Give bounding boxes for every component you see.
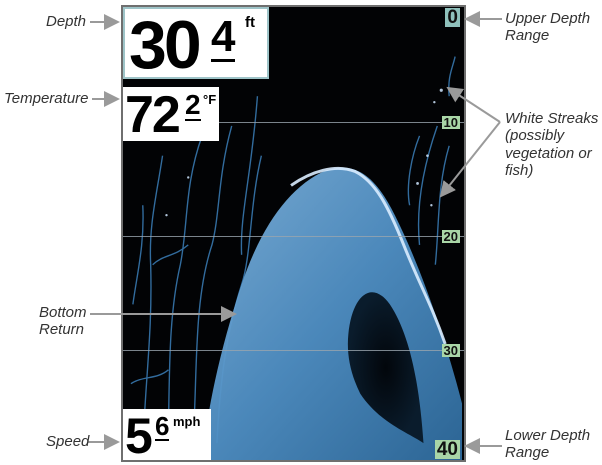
- depth-scale-20: 20: [441, 229, 460, 244]
- speed-callout-label: Speed: [46, 433, 90, 450]
- depth-scale-lower-range: 40: [434, 439, 460, 460]
- streaks-callout-label: White Streaks (possibly vegetation or fi…: [505, 110, 598, 179]
- speed-unit: mph: [173, 414, 201, 429]
- depth-scale-10: 10: [441, 115, 460, 130]
- depth-gridline-20: [123, 236, 464, 237]
- speed-value: 5: [125, 408, 153, 462]
- streaks-label-line3: vegetation or: [505, 144, 592, 162]
- upper-range-callout-label: Upper Depth Range: [505, 10, 590, 45]
- bottom-return-shape: [202, 167, 463, 460]
- lower-range-label-line2: Range: [505, 444, 550, 462]
- streaks-label-line4: fish): [505, 161, 534, 179]
- bottom-return-callout-label: Bottom Return: [39, 304, 87, 339]
- lower-range-label-line1: Lower Depth: [505, 427, 591, 444]
- streaks-label-line2: (possibly: [505, 127, 565, 145]
- streaks-label-line1: White Streaks: [505, 110, 599, 127]
- upper-range-label-line2: Range: [505, 27, 550, 45]
- depth-callout-label: Depth: [46, 13, 87, 30]
- temperature-unit: °F: [203, 92, 217, 107]
- speed-readout: 5 6 mph: [123, 408, 211, 462]
- bottom-return-label-line1: Bottom: [39, 304, 87, 321]
- depth-scale-30: 30: [441, 343, 460, 358]
- lower-range-callout-label: Lower Depth Range: [505, 427, 590, 462]
- temperature-value: 72: [125, 86, 181, 144]
- temperature-callout-label: Temperature: [4, 90, 89, 107]
- depth-tenths: 4: [211, 12, 236, 62]
- temperature-tenths: 2: [185, 89, 201, 121]
- depth-gridline-30: [123, 350, 464, 351]
- bottom-return-label-line2: Return: [39, 321, 85, 339]
- temperature-readout: 72 2 °F: [123, 87, 219, 141]
- depth-value: 30: [129, 7, 202, 83]
- depth-unit: ft: [245, 14, 255, 31]
- depth-scale-upper-range: 0: [445, 7, 460, 28]
- depth-readout: 30 4 ft: [123, 7, 269, 79]
- sonar-display: 0 10 20 30 40 30 4 ft 72 2 °F 5 6 mph: [121, 5, 466, 462]
- speed-tenths: 6: [155, 411, 170, 441]
- upper-range-label-line1: Upper Depth: [505, 10, 591, 27]
